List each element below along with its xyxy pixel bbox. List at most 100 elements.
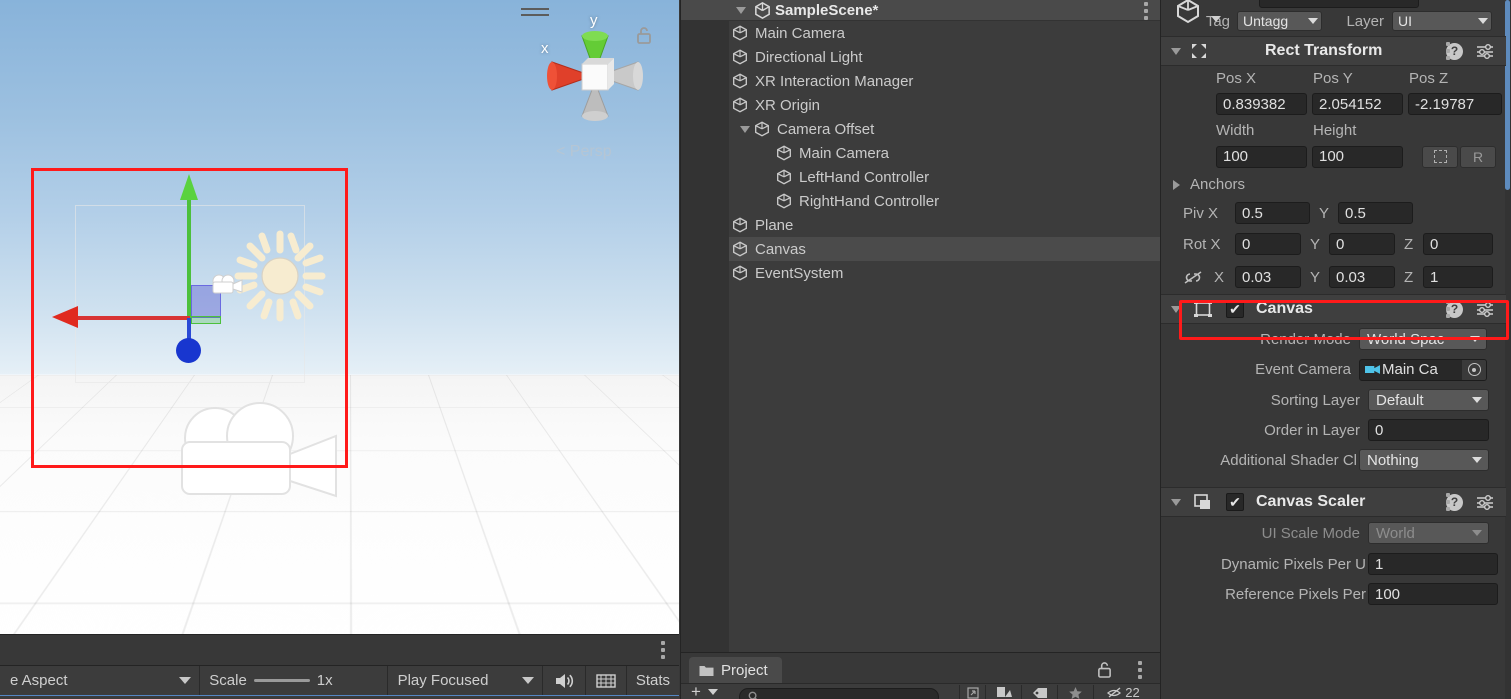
- hierarchy-item-main-camera[interactable]: Main Camera: [681, 21, 1160, 45]
- inspector-panel[interactable]: Tag Untagg Layer UI Rect Transform ? Pos…: [1160, 0, 1511, 699]
- render-mode-dropdown[interactable]: World Spac: [1359, 328, 1487, 350]
- preset-icon[interactable]: [1476, 43, 1494, 59]
- blueprint-mode-button[interactable]: [1422, 145, 1458, 168]
- component-kebab-icon[interactable]: [1446, 493, 1450, 511]
- height-input[interactable]: 100: [1312, 145, 1403, 168]
- project-lock-open-icon[interactable]: [1097, 661, 1112, 678]
- mute-audio-button[interactable]: [543, 666, 585, 695]
- gizmos-toggle-button[interactable]: [586, 666, 626, 695]
- project-add-button[interactable]: +: [681, 683, 733, 699]
- scale-slider-track[interactable]: [253, 679, 310, 682]
- rot-x-input[interactable]: 0: [1235, 233, 1301, 255]
- tag-dropdown[interactable]: Untagg: [1237, 11, 1322, 31]
- preset-icon[interactable]: [1476, 494, 1494, 510]
- chevron-down-icon: [1308, 18, 1318, 24]
- hierarchy-item-lefthand-controller[interactable]: LeftHand Controller: [681, 165, 1160, 189]
- label-filter-icon[interactable]: [1021, 685, 1057, 699]
- object-name-field[interactable]: [1259, 0, 1419, 8]
- chevron-down-icon[interactable]: [1171, 305, 1181, 313]
- order-in-layer-row: Order in Layer 0: [1161, 415, 1506, 445]
- game-view-toolbar[interactable]: e Aspect Scale 1x Play Focused Stats: [0, 665, 679, 695]
- expand-search-icon[interactable]: [959, 685, 985, 699]
- hierarchy-scene-row[interactable]: SampleScene*: [681, 0, 1160, 21]
- gizmo-projection-label[interactable]: < Persp: [556, 143, 612, 161]
- anchors-foldout[interactable]: Anchors: [1161, 171, 1506, 198]
- hierarchy-item-plane[interactable]: Plane: [681, 213, 1160, 237]
- chevron-down-icon[interactable]: [736, 7, 746, 14]
- width-input[interactable]: 100: [1216, 145, 1307, 168]
- gameobject-icon-wrap: [731, 48, 749, 66]
- ui-scale-mode-dropdown: World: [1368, 522, 1489, 544]
- preset-icon[interactable]: [1476, 301, 1494, 317]
- rot-y-input[interactable]: 0: [1329, 233, 1395, 255]
- scale-slider-control[interactable]: Scale 1x: [200, 666, 386, 695]
- chevron-down-icon: [522, 677, 535, 684]
- layer-dropdown[interactable]: UI: [1392, 11, 1492, 31]
- play-mode-dropdown[interactable]: Play Focused: [388, 666, 542, 695]
- event-camera-object-field[interactable]: Main Ca: [1359, 358, 1487, 381]
- hierarchy-item-main-camera[interactable]: Main Camera: [681, 141, 1160, 165]
- hierarchy-panel[interactable]: SampleScene* Main Camera Directional Ligh…: [680, 0, 1160, 652]
- project-search-input[interactable]: [739, 688, 939, 699]
- game-view-kebab-icon[interactable]: [661, 641, 665, 659]
- project-kebab-icon[interactable]: [1138, 661, 1142, 679]
- layer-value: UI: [1398, 13, 1412, 29]
- hidden-filter-button[interactable]: 22: [1093, 685, 1153, 699]
- reference-pixels-input[interactable]: 100: [1368, 583, 1498, 605]
- hierarchy-list[interactable]: Main Camera Directional Light XR Interacti…: [681, 21, 1160, 285]
- hierarchy-item-directional-light[interactable]: Directional Light: [681, 45, 1160, 69]
- scale-x-input[interactable]: 0.03: [1235, 266, 1301, 288]
- component-header-canvas[interactable]: ✔ Canvas ?: [1161, 294, 1506, 324]
- tag-value: Untagg: [1243, 13, 1289, 29]
- project-panel[interactable]: Project + 22: [680, 652, 1160, 699]
- lock-open-icon[interactable]: [636, 26, 652, 44]
- component-header-rect-transform[interactable]: Rect Transform ?: [1161, 36, 1506, 66]
- tab-project[interactable]: Project: [689, 657, 782, 683]
- hierarchy-item-camera-offset[interactable]: Camera Offset: [681, 117, 1160, 141]
- scale-z-label: Z: [1404, 268, 1414, 286]
- hierarchy-kebab-icon[interactable]: [1144, 2, 1148, 20]
- scale-z-input[interactable]: 1: [1423, 266, 1493, 288]
- aspect-ratio-dropdown[interactable]: e Aspect: [0, 666, 199, 695]
- hierarchy-item-canvas[interactable]: Canvas: [681, 237, 1160, 261]
- scene-view[interactable]: x y < Persp: [0, 0, 679, 634]
- prefab-chevron-down-icon[interactable]: [1211, 16, 1221, 22]
- prefab-icon: [1177, 0, 1199, 24]
- additional-shader-dropdown[interactable]: Nothing: [1359, 449, 1489, 471]
- scale-y-input[interactable]: 0.03: [1329, 266, 1395, 288]
- canvas-scaler-icon: [1194, 494, 1210, 509]
- order-in-layer-input[interactable]: 0: [1368, 419, 1489, 441]
- pivot-y-input[interactable]: 0.5: [1338, 202, 1413, 224]
- hierarchy-item-righthand-controller[interactable]: RightHand Controller: [681, 189, 1160, 213]
- pivot-x-input[interactable]: 0.5: [1235, 202, 1310, 224]
- hierarchy-item-eventsystem[interactable]: EventSystem: [681, 261, 1160, 285]
- pos-x-input[interactable]: 0.839382: [1216, 93, 1307, 115]
- chevron-down-icon[interactable]: [1171, 498, 1181, 506]
- raw-edit-button[interactable]: R: [1460, 145, 1496, 168]
- stats-button[interactable]: Stats: [627, 666, 679, 695]
- object-picker-button[interactable]: [1462, 359, 1486, 380]
- hierarchy-item-xr-interaction-manager[interactable]: XR Interaction Manager: [681, 69, 1160, 93]
- chevron-down-icon[interactable]: [740, 125, 750, 133]
- hamburger-icon[interactable]: [521, 8, 549, 17]
- dynamic-pixels-input[interactable]: 1: [1368, 553, 1498, 575]
- canvas-enabled-checkbox[interactable]: ✔: [1226, 300, 1244, 318]
- project-filter-bar[interactable]: 22: [959, 685, 1153, 699]
- pos-z-input[interactable]: -2.19787: [1408, 93, 1502, 115]
- chevron-down-icon: [707, 689, 718, 695]
- chevron-down-icon[interactable]: [1171, 47, 1181, 55]
- type-filter-icon[interactable]: [985, 685, 1021, 699]
- canvas-scaler-enabled-checkbox[interactable]: ✔: [1226, 493, 1244, 511]
- component-kebab-icon[interactable]: [1446, 42, 1450, 60]
- sorting-layer-dropdown[interactable]: Default: [1368, 389, 1489, 411]
- pos-y-input[interactable]: 2.054152: [1312, 93, 1403, 115]
- link-broken-icon[interactable]: [1183, 270, 1203, 285]
- favorite-star-icon[interactable]: [1057, 685, 1093, 699]
- rot-z-input[interactable]: 0: [1423, 233, 1493, 255]
- chevron-right-icon[interactable]: [1173, 179, 1180, 190]
- component-kebab-icon[interactable]: [1446, 300, 1450, 318]
- component-header-canvas-scaler[interactable]: ✔ Canvas Scaler ?: [1161, 487, 1506, 517]
- hierarchy-twisty[interactable]: [737, 125, 753, 133]
- hierarchy-item-label: Main Camera: [799, 144, 890, 162]
- hierarchy-item-xr-origin[interactable]: XR Origin: [681, 93, 1160, 117]
